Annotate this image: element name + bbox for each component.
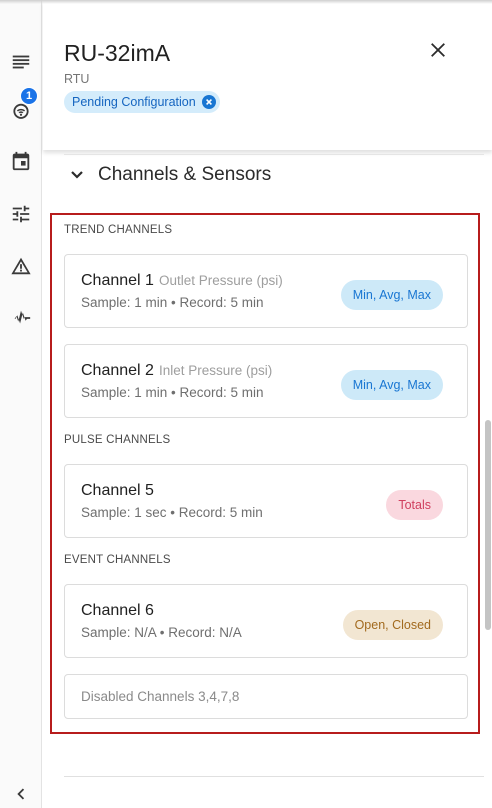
channel-card[interactable]: Channel 2 Inlet Pressure (psi) Sample: 1 … <box>64 344 468 418</box>
close-icon[interactable] <box>424 36 452 64</box>
status-chip-label: Pending Configuration <box>72 95 196 109</box>
divider <box>64 776 484 777</box>
stats-pill: Open, Closed <box>342 610 443 640</box>
sliders-icon[interactable] <box>7 200 35 228</box>
channel-sensor: Outlet Pressure (psi) <box>158 273 283 288</box>
channel-name: Channel 6 <box>81 602 154 619</box>
device-title: RU-32imA <box>64 40 171 66</box>
channel-meta: Sample: 1 min • Record: 5 min <box>81 385 264 400</box>
channel-title: Channel 6 <box>81 602 154 620</box>
panel-header: RU-32imA RTU Pending Configuration <box>43 0 492 150</box>
channel-name: Channel 1 <box>81 272 154 289</box>
chip-remove-icon[interactable] <box>201 95 216 109</box>
stats-pill: Min, Avg, Max <box>340 280 443 310</box>
channel-card[interactable]: Channel 5 Sample: 1 sec • Record: 5 min … <box>64 464 468 538</box>
group-label-event: EVENT CHANNELS <box>64 554 171 566</box>
channel-meta: Sample: 1 sec • Record: 5 min <box>81 505 263 520</box>
group-label-pulse: PULSE CHANNELS <box>64 434 171 446</box>
device-type: RTU <box>64 72 90 86</box>
warning-icon[interactable] <box>7 252 35 280</box>
channel-meta: Sample: 1 min • Record: 5 min <box>81 295 264 310</box>
list-icon[interactable] <box>7 48 35 76</box>
disabled-channels: Disabled Channels 3,4,7,8 <box>64 674 468 719</box>
channel-title: Channel 5 <box>81 482 154 500</box>
channels-section-header[interactable]: Channels & Sensors <box>64 154 484 194</box>
channel-title: Channel 1 Outlet Pressure (psi) <box>81 272 283 290</box>
channel-name: Channel 5 <box>81 482 154 499</box>
left-rail: 1 <box>0 0 42 808</box>
section-title: Channels & Sensors <box>98 163 272 185</box>
pulse-icon[interactable] <box>7 304 35 332</box>
channel-card[interactable]: Channel 1 Outlet Pressure (psi) Sample: 1… <box>64 254 468 328</box>
channel-card[interactable]: Channel 6 Sample: N/A • Record: N/A Open… <box>64 584 468 658</box>
scrollbar-thumb[interactable] <box>485 420 491 630</box>
chevron-down-icon <box>66 164 88 186</box>
status-chip[interactable]: Pending Configuration <box>64 91 220 113</box>
top-shadow <box>0 0 492 4</box>
stats-pill: Min, Avg, Max <box>340 370 443 400</box>
chevron-left-icon[interactable] <box>7 780 35 808</box>
channel-name: Channel 2 <box>81 362 154 379</box>
channel-sensor: Inlet Pressure (psi) <box>158 363 273 378</box>
group-label-trend: TREND CHANNELS <box>64 224 173 236</box>
calendar-icon[interactable] <box>7 147 35 175</box>
notification-badge: 1 <box>20 87 38 105</box>
channel-title: Channel 2 Inlet Pressure (psi) <box>81 362 272 380</box>
stats-pill: Totals <box>386 490 443 520</box>
channel-meta: Sample: N/A • Record: N/A <box>81 625 242 640</box>
